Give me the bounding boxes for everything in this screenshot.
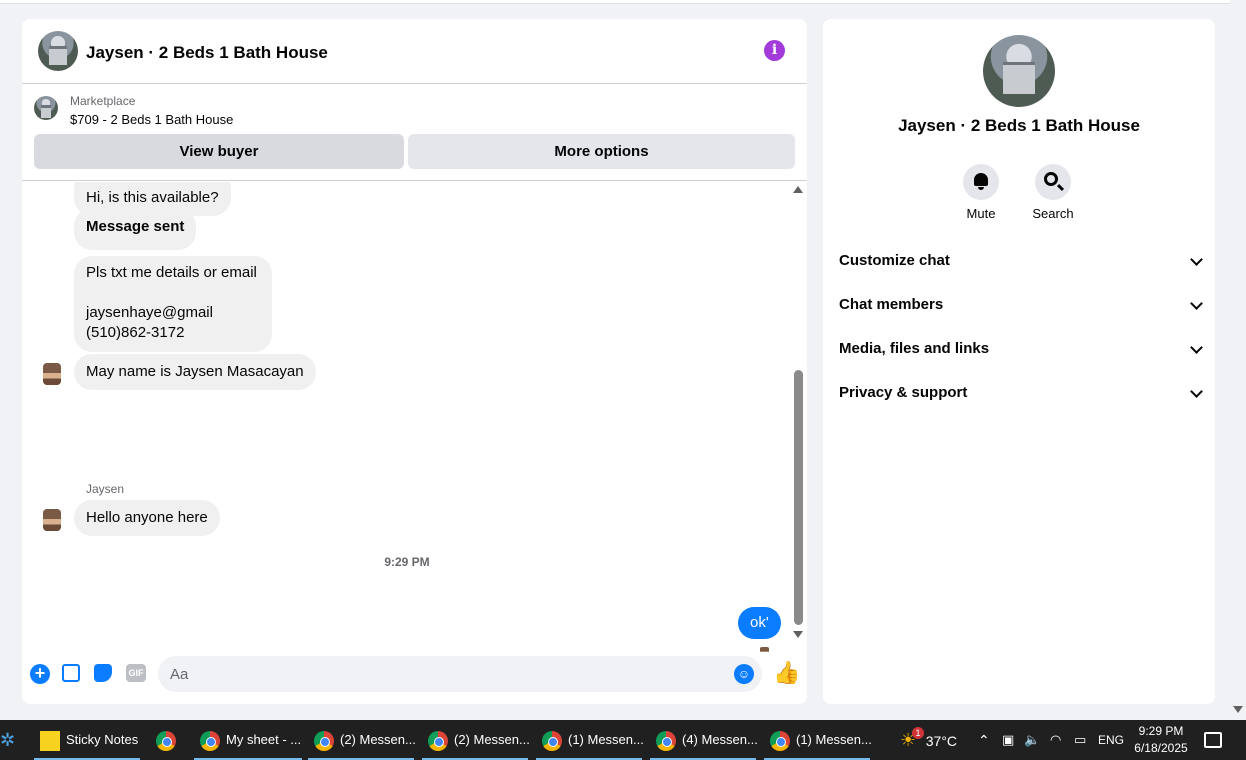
section-label: Privacy & support (839, 384, 968, 401)
scroll-up-arrow[interactable] (793, 186, 803, 193)
clock-time: 9:29 PM (1138, 724, 1184, 738)
scroll-thumb[interactable] (794, 370, 803, 625)
message-list[interactable]: Hi, is this available? Message sent Pls … (22, 182, 792, 652)
listing-price-title[interactable]: $709 - 2 Beds 1 Bath House (70, 112, 233, 127)
info-title: Jaysen · 2 Beds 1 Bath House (898, 116, 1140, 135)
taskbar-label: (4) Messen... (682, 732, 758, 747)
language-indicator[interactable]: ENG (1098, 720, 1124, 760)
clock-date: 6/18/2025 (1134, 741, 1188, 755)
message-timestamp: 9:29 PM (384, 555, 430, 569)
start-icon[interactable]: ✲ (0, 720, 22, 760)
sender-avatar[interactable] (43, 509, 61, 531)
chrome-icon (770, 730, 790, 751)
bell-icon (974, 173, 988, 190)
section-label: Customize chat (839, 252, 950, 269)
view-buyer-button[interactable]: View buyer (34, 134, 404, 169)
plus-icon[interactable]: + (30, 664, 50, 684)
chrome-icon (314, 730, 334, 751)
search-label: Search (1032, 206, 1074, 221)
wifi-icon[interactable]: ◠ (1050, 720, 1061, 760)
tray-chevron-up-icon[interactable]: ⌃ (978, 720, 990, 760)
taskbar-label: (1) Messen... (568, 732, 644, 747)
mute-action[interactable]: Mute (951, 164, 1011, 221)
thumbs-up-icon[interactable]: 👍 (773, 661, 800, 685)
taskbar-chrome[interactable] (156, 720, 182, 760)
listing-banner: Marketplace $709 - 2 Beds 1 Bath House V… (22, 85, 807, 181)
meet-icon[interactable]: ▣ (1002, 720, 1014, 760)
sender-avatar[interactable] (43, 363, 61, 385)
listing-thumbnail[interactable] (34, 96, 58, 120)
taskbar-sticky-notes[interactable]: Sticky Notes (34, 720, 140, 760)
search-button[interactable] (1035, 164, 1071, 200)
scroll-down-arrow[interactable] (793, 631, 803, 638)
taskbar-label: (1) Messen... (796, 732, 872, 747)
sticky-notes-icon (40, 730, 60, 751)
chat-header: Jaysen · 2 Beds 1 Bath House i (22, 19, 807, 84)
section-privacy-support[interactable]: Privacy & support (839, 384, 1203, 408)
chrome-icon (428, 730, 448, 751)
taskbar-window-2[interactable]: (2) Messen... (308, 720, 416, 760)
search-icon (1044, 172, 1058, 186)
notification-icon[interactable] (1204, 732, 1222, 748)
section-media-files-links[interactable]: Media, files and links (839, 340, 1203, 364)
taskbar-window-5[interactable]: (4) Messen... (650, 720, 758, 760)
conversation-info-panel: Jaysen · 2 Beds 1 Bath House Mute Search… (823, 19, 1215, 704)
message-bubble[interactable]: Message sent (74, 208, 197, 250)
message-bubble[interactable]: Hello anyone here (74, 500, 220, 536)
chrome-icon (156, 730, 176, 751)
profile-avatar[interactable] (983, 35, 1055, 107)
chrome-icon (656, 730, 676, 751)
browser-top-edge (0, 0, 1230, 4)
mute-button[interactable] (963, 164, 999, 200)
volume-icon[interactable]: 🔈 (1024, 720, 1040, 760)
taskbar-window-1[interactable]: My sheet - ... (194, 720, 302, 760)
message-bubble[interactable]: Pls txt me details or email jaysenhaye@g… (74, 256, 272, 352)
emoji-icon[interactable]: ☺ (734, 664, 754, 684)
chrome-icon (542, 730, 562, 751)
taskbar-clock[interactable]: 9:29 PM 6/18/2025 (1128, 723, 1194, 757)
section-chat-members[interactable]: Chat members (839, 296, 1203, 320)
page-scroll-down-arrow[interactable] (1233, 706, 1243, 713)
listing-source: Marketplace (70, 94, 136, 108)
photo-icon[interactable] (62, 664, 80, 682)
taskbar-window-6[interactable]: (1) Messen... (764, 720, 872, 760)
more-options-button[interactable]: More options (408, 134, 795, 169)
mute-label: Mute (966, 206, 996, 221)
taskbar-window-3[interactable]: (2) Messen... (422, 720, 530, 760)
message-composer: + GIF ☺ 👍 (22, 652, 807, 704)
weather-widget[interactable]: ☀ 1 37°C (900, 720, 970, 760)
sender-name: Jaysen (86, 482, 125, 496)
chat-panel: Jaysen · 2 Beds 1 Bath House i Marketpla… (22, 19, 807, 704)
message-bubble[interactable]: May name is Jaysen Masacayan (74, 354, 316, 390)
chevron-down-icon (1190, 253, 1203, 266)
info-icon[interactable]: i (764, 40, 785, 61)
battery-icon[interactable]: ▭ (1074, 720, 1086, 760)
chat-title[interactable]: Jaysen · 2 Beds 1 Bath House (86, 43, 328, 63)
section-label: Media, files and links (839, 340, 990, 357)
chrome-icon (200, 730, 220, 751)
message-input[interactable] (158, 656, 762, 692)
taskbar-label: My sheet - ... (226, 732, 302, 747)
gif-icon[interactable]: GIF (126, 664, 146, 682)
taskbar-window-4[interactable]: (1) Messen... (536, 720, 644, 760)
taskbar-label: (2) Messen... (454, 732, 530, 747)
chevron-down-icon (1190, 341, 1203, 354)
my-message-bubble[interactable]: ok' (738, 607, 781, 639)
chevron-down-icon (1190, 297, 1203, 310)
section-label: Chat members (839, 296, 944, 313)
search-action[interactable]: Search (1023, 164, 1083, 221)
weather-badge: 1 (912, 727, 924, 739)
chevron-down-icon (1190, 385, 1203, 398)
taskbar-label: Sticky Notes (66, 732, 139, 747)
windows-taskbar: ✲ Sticky Notes My sheet - ... (2) Messen… (0, 720, 1246, 760)
sticker-icon[interactable] (94, 664, 112, 682)
taskbar-label: (2) Messen... (340, 732, 416, 747)
message-scrollbar[interactable] (792, 182, 806, 642)
weather-temperature: 37°C (925, 733, 958, 749)
section-customize-chat[interactable]: Customize chat (839, 252, 1203, 276)
chat-avatar[interactable] (38, 31, 78, 71)
